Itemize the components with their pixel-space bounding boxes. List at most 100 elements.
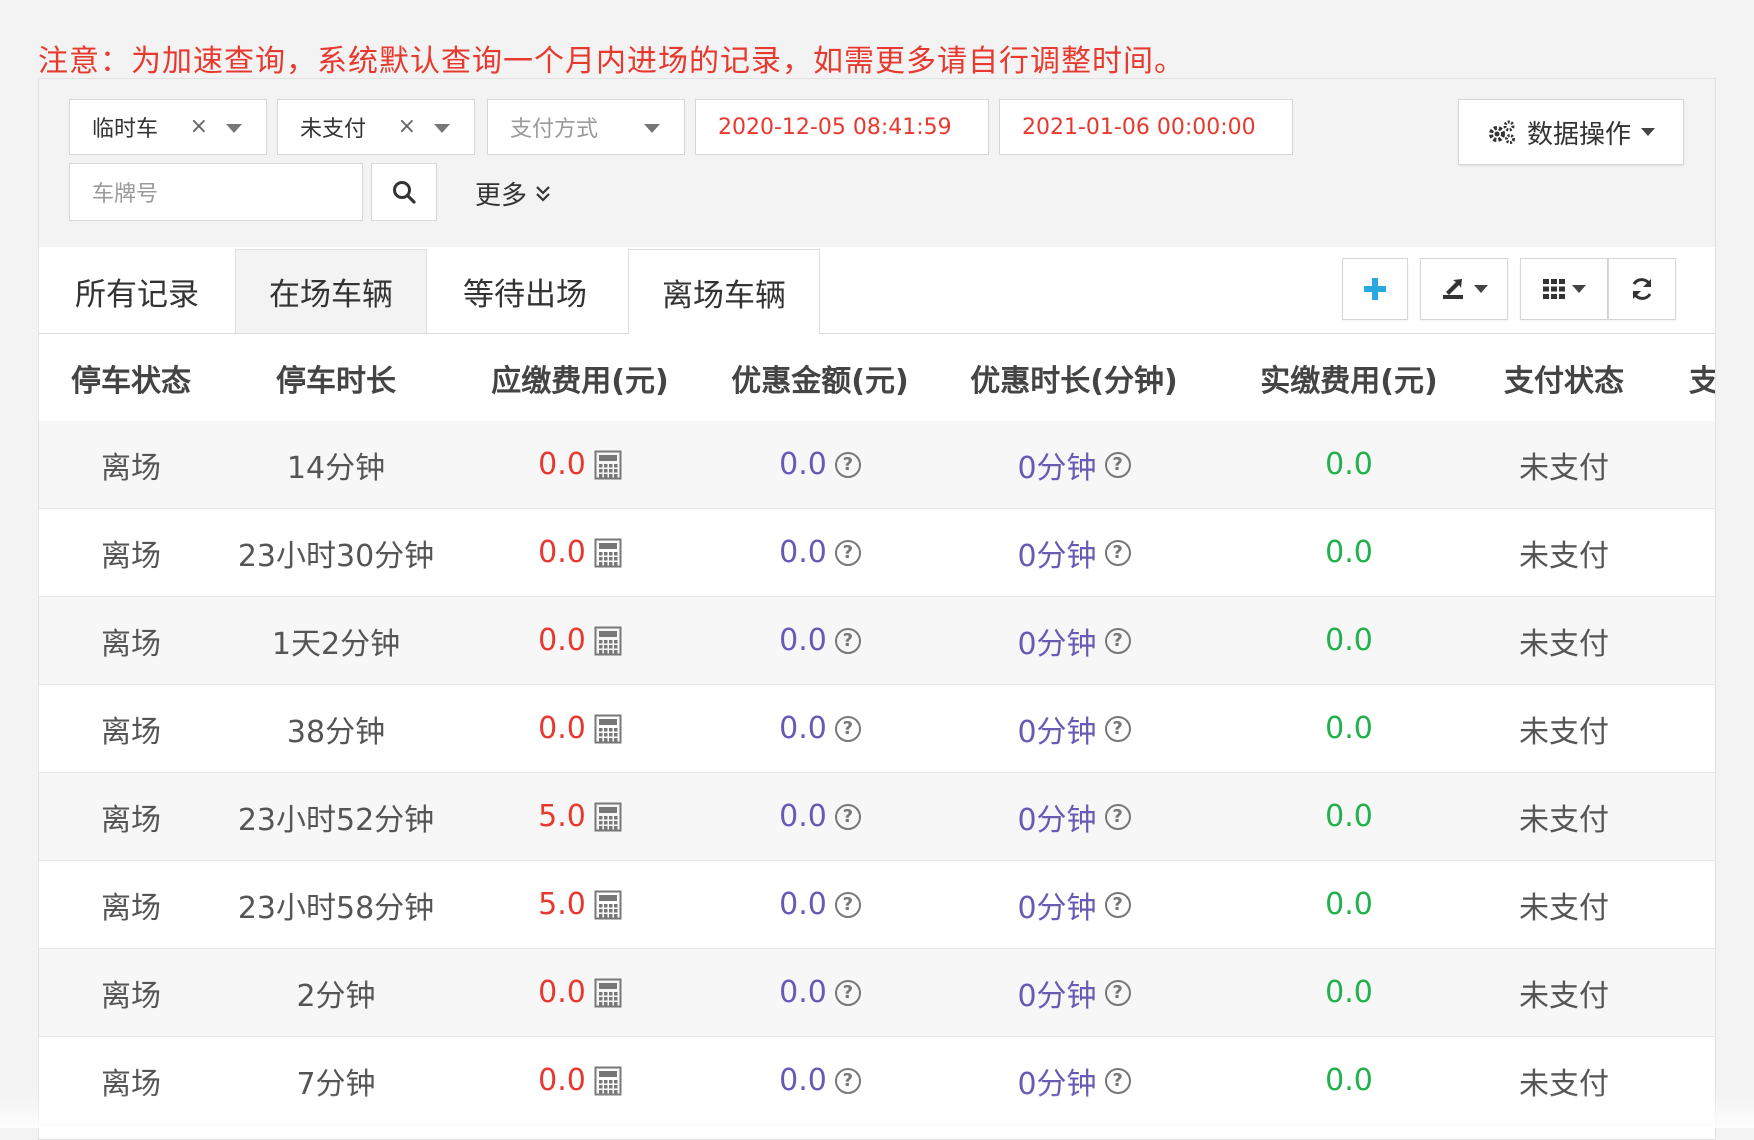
- pay-status-text: 未支付: [1519, 714, 1609, 750]
- cell-paid-amount: 0.0: [1219, 861, 1479, 948]
- discount-amount-text: 0.0: [779, 711, 827, 746]
- question-circle-icon[interactable]: ?: [1104, 715, 1131, 742]
- car-type-value: 临时车: [92, 117, 159, 142]
- tab-exited-vehicles[interactable]: 离场车辆: [628, 249, 820, 335]
- calculator-icon[interactable]: [594, 626, 622, 656]
- question-circle-icon[interactable]: ?: [834, 451, 861, 478]
- paid-amount-text: 0.0: [1325, 711, 1373, 746]
- discount-time-text: 0分钟: [1017, 714, 1097, 750]
- start-time-input[interactable]: 2020-12-05 08:41:59: [695, 99, 989, 155]
- tab-vehicles-in-lot[interactable]: 在场车辆: [235, 249, 427, 333]
- columns-toggle-button[interactable]: [1520, 258, 1608, 320]
- cell-paid-amount: 0.0: [1219, 685, 1479, 772]
- question-circle-icon[interactable]: ?: [1104, 803, 1131, 830]
- calculator-icon[interactable]: [594, 802, 622, 832]
- table-row[interactable]: 离场 23小时58分钟 5.0 0.0? 0分钟? 0.0 未支付: [39, 861, 1715, 949]
- pay-status-text: 未支付: [1519, 978, 1609, 1014]
- table-header: 停车状态 停车时长 应缴费用(元) 优惠金额(元) 优惠时长(分钟) 实缴费用(…: [39, 335, 1715, 422]
- cell-discount-time: 0分钟?: [929, 597, 1219, 684]
- paid-amount-text: 0.0: [1325, 623, 1373, 658]
- amount-due-text: 5.0: [538, 887, 586, 922]
- car-type-clear-icon[interactable]: ×: [190, 114, 208, 139]
- query-notice: 注意：为加速查询，系统默认查询一个月内进场的记录，如需更多请自行调整时间。: [38, 44, 1185, 79]
- caret-down-icon: [1474, 285, 1488, 293]
- column-header[interactable]: 优惠金额(元): [711, 335, 929, 421]
- cell-discount-time: 0分钟?: [929, 421, 1219, 508]
- table-row[interactable]: 离场 2分钟 0.0 0.0? 0分钟? 0.0 未支付: [39, 949, 1715, 1037]
- data-operations-button[interactable]: 数据操作: [1458, 99, 1684, 165]
- question-circle-icon[interactable]: ?: [834, 979, 861, 1006]
- question-circle-icon[interactable]: ?: [834, 715, 861, 742]
- table-row[interactable]: 离场 14分钟 0.0 0.0? 0分钟? 0.0 未支付: [39, 421, 1715, 509]
- cell-parking-status: 离场: [39, 949, 223, 1036]
- cell-parking-status: 离场: [39, 421, 223, 508]
- cell-amount-due: 0.0: [449, 949, 711, 1036]
- plate-number-input[interactable]: 车牌号: [69, 163, 363, 221]
- discount-time-text: 0分钟: [1017, 450, 1097, 486]
- question-circle-icon[interactable]: ?: [834, 627, 861, 654]
- table-row[interactable]: 离场 1天2分钟 0.0 0.0? 0分钟? 0.0 未支付: [39, 597, 1715, 685]
- tab-all-records[interactable]: 所有记录: [39, 249, 235, 333]
- table-row[interactable]: 离场 23小时52分钟 5.0 0.0? 0分钟? 0.0 未支付: [39, 773, 1715, 861]
- table-row[interactable]: 离场 38分钟 0.0 0.0? 0分钟? 0.0 未支付: [39, 685, 1715, 773]
- table-row[interactable]: 离场 23小时30分钟 0.0 0.0? 0分钟? 0.0 未支付: [39, 509, 1715, 597]
- pay-status-clear-icon[interactable]: ×: [398, 114, 416, 139]
- paid-amount-text: 0.0: [1325, 799, 1373, 834]
- question-circle-icon[interactable]: ?: [1104, 451, 1131, 478]
- discount-amount-text: 0.0: [779, 799, 827, 834]
- calculator-icon[interactable]: [594, 714, 622, 744]
- question-circle-icon[interactable]: ?: [1104, 891, 1131, 918]
- paid-amount-text: 0.0: [1325, 975, 1373, 1010]
- pay-method-select[interactable]: 支付方式: [487, 99, 685, 155]
- calculator-icon[interactable]: [594, 890, 622, 920]
- end-time-value: 2021-01-06 00:00:00: [1022, 114, 1256, 140]
- column-header[interactable]: 支付状态: [1479, 335, 1649, 421]
- question-circle-icon[interactable]: ?: [834, 539, 861, 566]
- column-header[interactable]: 停车时长: [223, 335, 449, 421]
- pay-status-text: 未支付: [1519, 626, 1609, 662]
- parking-status-text: 离场: [101, 890, 161, 926]
- cell-pay-status: 未支付: [1479, 597, 1649, 684]
- calculator-icon[interactable]: [594, 1066, 622, 1096]
- column-header[interactable]: 应缴费用(元): [449, 335, 711, 421]
- amount-due-text: 0.0: [538, 447, 586, 482]
- pay-status-text: 未支付: [1519, 538, 1609, 574]
- table-body: 离场 14分钟 0.0 0.0? 0分钟? 0.0 未支付 离场 23小时30分钟 0.0 0.0?…: [39, 421, 1715, 1125]
- cell-discount-amount: 0.0?: [711, 509, 929, 596]
- pay-status-select[interactable]: 未支付 ×: [277, 99, 475, 155]
- question-circle-icon[interactable]: ?: [1104, 1067, 1131, 1094]
- question-circle-icon[interactable]: ?: [1104, 539, 1131, 566]
- column-header[interactable]: 支: [1689, 335, 1715, 421]
- parking-status-text: 离场: [101, 978, 161, 1014]
- amount-due-text: 0.0: [538, 623, 586, 658]
- question-circle-icon[interactable]: ?: [1104, 979, 1131, 1006]
- tab-awaiting-exit[interactable]: 等待出场: [427, 249, 623, 333]
- caret-down-icon: [1572, 285, 1586, 293]
- more-filters-link[interactable]: 更多: [475, 175, 551, 212]
- car-type-select[interactable]: 临时车 ×: [69, 99, 267, 155]
- calculator-icon[interactable]: [594, 450, 622, 480]
- calculator-icon[interactable]: [594, 538, 622, 568]
- column-header[interactable]: 停车状态: [39, 335, 223, 421]
- duration-text: 38分钟: [286, 714, 386, 750]
- calculator-icon[interactable]: [594, 978, 622, 1008]
- add-button[interactable]: [1342, 258, 1408, 320]
- column-header[interactable]: 优惠时长(分钟): [929, 335, 1219, 421]
- question-circle-icon[interactable]: ?: [1104, 627, 1131, 654]
- refresh-button[interactable]: [1608, 258, 1676, 320]
- data-operations-label: 数据操作: [1526, 119, 1631, 150]
- cell-pay-status: 未支付: [1479, 509, 1649, 596]
- export-button[interactable]: [1420, 258, 1508, 320]
- discount-time-text: 0分钟: [1017, 802, 1097, 838]
- duration-text: 23小时30分钟: [237, 538, 435, 574]
- question-circle-icon[interactable]: ?: [834, 1067, 861, 1094]
- chevron-down-icon: [434, 124, 450, 133]
- question-circle-icon[interactable]: ?: [834, 891, 861, 918]
- end-time-input[interactable]: 2021-01-06 00:00:00: [999, 99, 1293, 155]
- question-circle-icon[interactable]: ?: [834, 803, 861, 830]
- gears-icon: [1488, 120, 1515, 144]
- search-button[interactable]: [371, 163, 437, 221]
- cell-duration: 2分钟: [223, 949, 449, 1036]
- paid-amount-text: 0.0: [1325, 887, 1373, 922]
- column-header[interactable]: 实缴费用(元): [1219, 335, 1479, 421]
